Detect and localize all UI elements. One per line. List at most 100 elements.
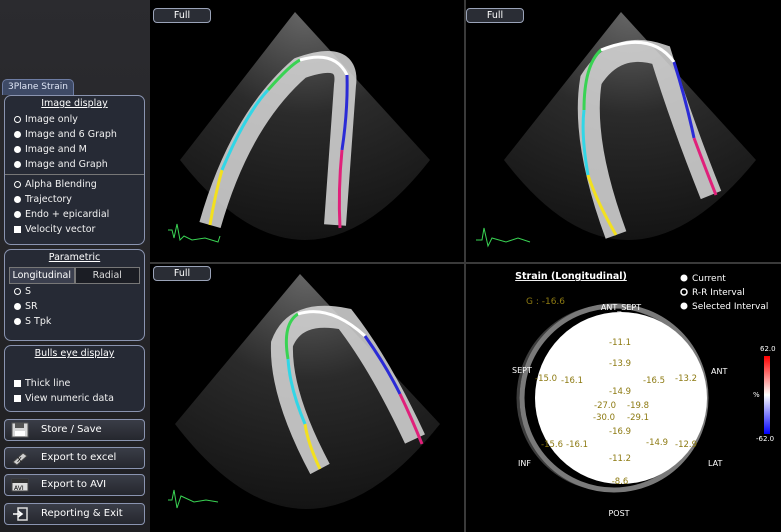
scale-unit: % <box>753 391 760 399</box>
echo-image <box>476 12 756 248</box>
bulls-eye-title: Strain (Longitudinal) <box>515 271 627 282</box>
store-save-button[interactable]: Store / Save <box>4 419 145 441</box>
segment-value: -15.6 <box>541 440 563 450</box>
segment-value: -16.9 <box>609 427 631 437</box>
option-trajectory[interactable]: Trajectory <box>5 192 144 207</box>
option-s-tpk[interactable]: S Tpk <box>5 314 144 329</box>
option-alpha-blending[interactable]: Alpha Blending <box>5 177 144 192</box>
radio-icon[interactable] <box>14 303 21 310</box>
option-image-only[interactable]: Image only <box>5 112 144 127</box>
radio-icon[interactable] <box>14 196 21 203</box>
segment-value: -8.6 <box>612 477 629 487</box>
export-avi-label: Export to AVI <box>41 479 107 490</box>
avi-icon-text: AVI <box>14 485 24 492</box>
echo-image <box>168 274 440 509</box>
option-image-and-graph[interactable]: Image and Graph <box>5 157 144 172</box>
export-avi-button[interactable]: AVI Export to AVI <box>4 474 145 496</box>
radio-icon[interactable] <box>14 131 21 138</box>
global-strain-value: G : -16.6 <box>526 297 565 307</box>
radio-icon[interactable] <box>14 318 21 325</box>
checkbox-icon[interactable] <box>14 380 21 387</box>
legend-rr-interval: R-R Interval <box>692 288 745 298</box>
label-post: POST <box>608 509 629 518</box>
avi-film-icon: AVI <box>11 478 29 492</box>
divider <box>5 174 144 175</box>
tab-3plane-strain[interactable]: 3Plane Strain <box>2 79 74 95</box>
option-image-and-m[interactable]: Image and M <box>5 142 144 157</box>
full-button[interactable]: Full <box>153 266 211 281</box>
reporting-exit-button[interactable]: Reporting & Exit <box>4 503 145 525</box>
legend-current: Current <box>692 274 726 284</box>
full-button[interactable]: Full <box>153 8 211 23</box>
legend-selected-interval: Selected Interval <box>692 302 768 312</box>
reporting-exit-label: Reporting & Exit <box>41 508 123 519</box>
export-excel-button[interactable]: X Export to excel <box>4 447 145 469</box>
echo-image <box>168 12 430 243</box>
checkbox-velocity-vector[interactable]: Velocity vector <box>5 222 144 237</box>
segment-value: -30.0 <box>593 413 615 423</box>
segment-value: -29.1 <box>627 413 649 423</box>
echo-view-apical-3[interactable]: Full <box>150 264 464 532</box>
segment-value: -19.8 <box>627 401 649 411</box>
scale-min: -62.0 <box>756 435 774 443</box>
ecg-trace <box>476 227 531 248</box>
export-excel-label: Export to excel <box>41 452 117 463</box>
label-ant: ANT <box>711 367 727 376</box>
bulls-eye-plot: Strain (Longitudinal) G : -16.6 Current … <box>512 271 776 518</box>
legend-rr-interval-icon <box>680 288 688 296</box>
legend-current-icon <box>680 274 688 282</box>
checkbox-view-numeric-data[interactable]: View numeric data <box>5 391 144 406</box>
ecg-trace <box>168 489 219 509</box>
parametric-title: Parametric <box>48 252 101 263</box>
segment-value: -11.2 <box>609 454 631 464</box>
segment-value: -16.1 <box>561 376 583 386</box>
segment-value: -15.0 <box>535 374 557 384</box>
segment-value: -16.5 <box>643 376 665 386</box>
svg-text:X: X <box>17 456 22 464</box>
option-image-and-6-graph[interactable]: Image and 6 Graph <box>5 127 144 142</box>
legend-selected-interval-icon <box>680 302 688 310</box>
option-endo-epicardial[interactable]: Endo + epicardial <box>5 207 144 222</box>
ecg-trace <box>168 223 221 243</box>
radio-icon[interactable] <box>14 211 21 218</box>
label-sept: SEPT <box>512 366 532 375</box>
radio-selected-icon[interactable] <box>14 181 21 188</box>
color-scale-bar <box>764 356 770 434</box>
option-sr[interactable]: SR <box>5 299 144 314</box>
segment-value: -14.9 <box>646 438 668 448</box>
full-button[interactable]: Full <box>466 8 524 23</box>
segment-value: -11.1 <box>609 338 631 348</box>
segment-value: -13.9 <box>609 359 631 369</box>
segment-value: -14.9 <box>609 387 631 397</box>
excel-icon: X <box>12 452 28 466</box>
segment-value: -27.0 <box>594 401 616 411</box>
checkbox-icon[interactable] <box>14 226 21 233</box>
radio-selected-icon[interactable] <box>14 288 21 295</box>
echo-view-apical-2[interactable]: Full <box>466 0 781 262</box>
radio-icon[interactable] <box>14 146 21 153</box>
segment-value: -16.1 <box>566 440 588 450</box>
checkbox-thick-line[interactable]: Thick line <box>5 376 144 391</box>
label-ant-sept: ANT_SEPT <box>601 303 641 312</box>
tab-radial[interactable]: Radial <box>74 267 140 284</box>
label-lat: LAT <box>708 459 722 468</box>
scale-max: 62.0 <box>760 345 776 353</box>
tab-longitudinal[interactable]: Longitudinal <box>9 267 75 284</box>
segment-value: -12.9 <box>675 440 697 450</box>
radio-selected-icon[interactable] <box>14 116 21 123</box>
exit-icon <box>13 507 28 521</box>
image-display-panel: Image display Image only Image and 6 Gra… <box>4 95 145 245</box>
sidebar: 3Plane Strain Image display Image only I… <box>0 0 150 532</box>
radio-icon[interactable] <box>14 161 21 168</box>
bulls-eye-view[interactable]: Strain (Longitudinal) G : -16.6 Current … <box>466 264 781 532</box>
floppy-disk-icon <box>11 422 29 438</box>
option-s[interactable]: S <box>5 284 144 299</box>
image-display-title: Image display <box>41 98 108 109</box>
echo-view-apical-1[interactable]: Full <box>150 0 464 262</box>
label-inf: INF <box>518 459 531 468</box>
parametric-panel: Parametric Longitudinal Radial S SR S Tp… <box>4 249 145 341</box>
bulls-eye-display-panel: Bulls eye display Thick line View numeri… <box>4 345 145 412</box>
checkbox-icon[interactable] <box>14 395 21 402</box>
segment-value: -13.2 <box>675 374 697 384</box>
bulls-eye-display-title: Bulls eye display <box>34 348 115 359</box>
